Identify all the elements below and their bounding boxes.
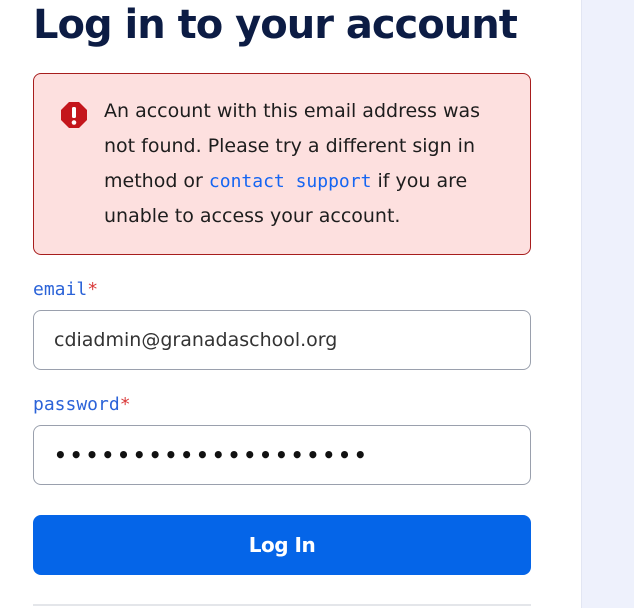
page-title: Log in to your account (33, 2, 518, 48)
login-button[interactable]: Log In (33, 515, 531, 575)
password-label: password* (33, 394, 131, 415)
password-masked-value: •••••••••••••••••••• (54, 443, 370, 467)
error-alert: An account with this email address was n… (33, 73, 531, 255)
email-required-mark: * (87, 279, 99, 300)
divider (33, 604, 531, 606)
error-octagon-icon (61, 102, 87, 128)
password-required-mark: * (119, 394, 131, 415)
alert-message: An account with this email address was n… (104, 94, 514, 234)
side-panel (581, 0, 634, 608)
email-label: email* (33, 279, 98, 300)
contact-support-link[interactable]: contact support (209, 171, 372, 192)
password-field[interactable]: •••••••••••••••••••• (33, 425, 531, 485)
password-label-text: password (33, 394, 120, 415)
email-field[interactable]: cdiadmin@granadaschool.org (33, 310, 531, 370)
email-value: cdiadmin@granadaschool.org (54, 329, 338, 351)
login-page: Log in to your account An account with t… (0, 0, 634, 608)
email-label-text: email (33, 279, 88, 300)
